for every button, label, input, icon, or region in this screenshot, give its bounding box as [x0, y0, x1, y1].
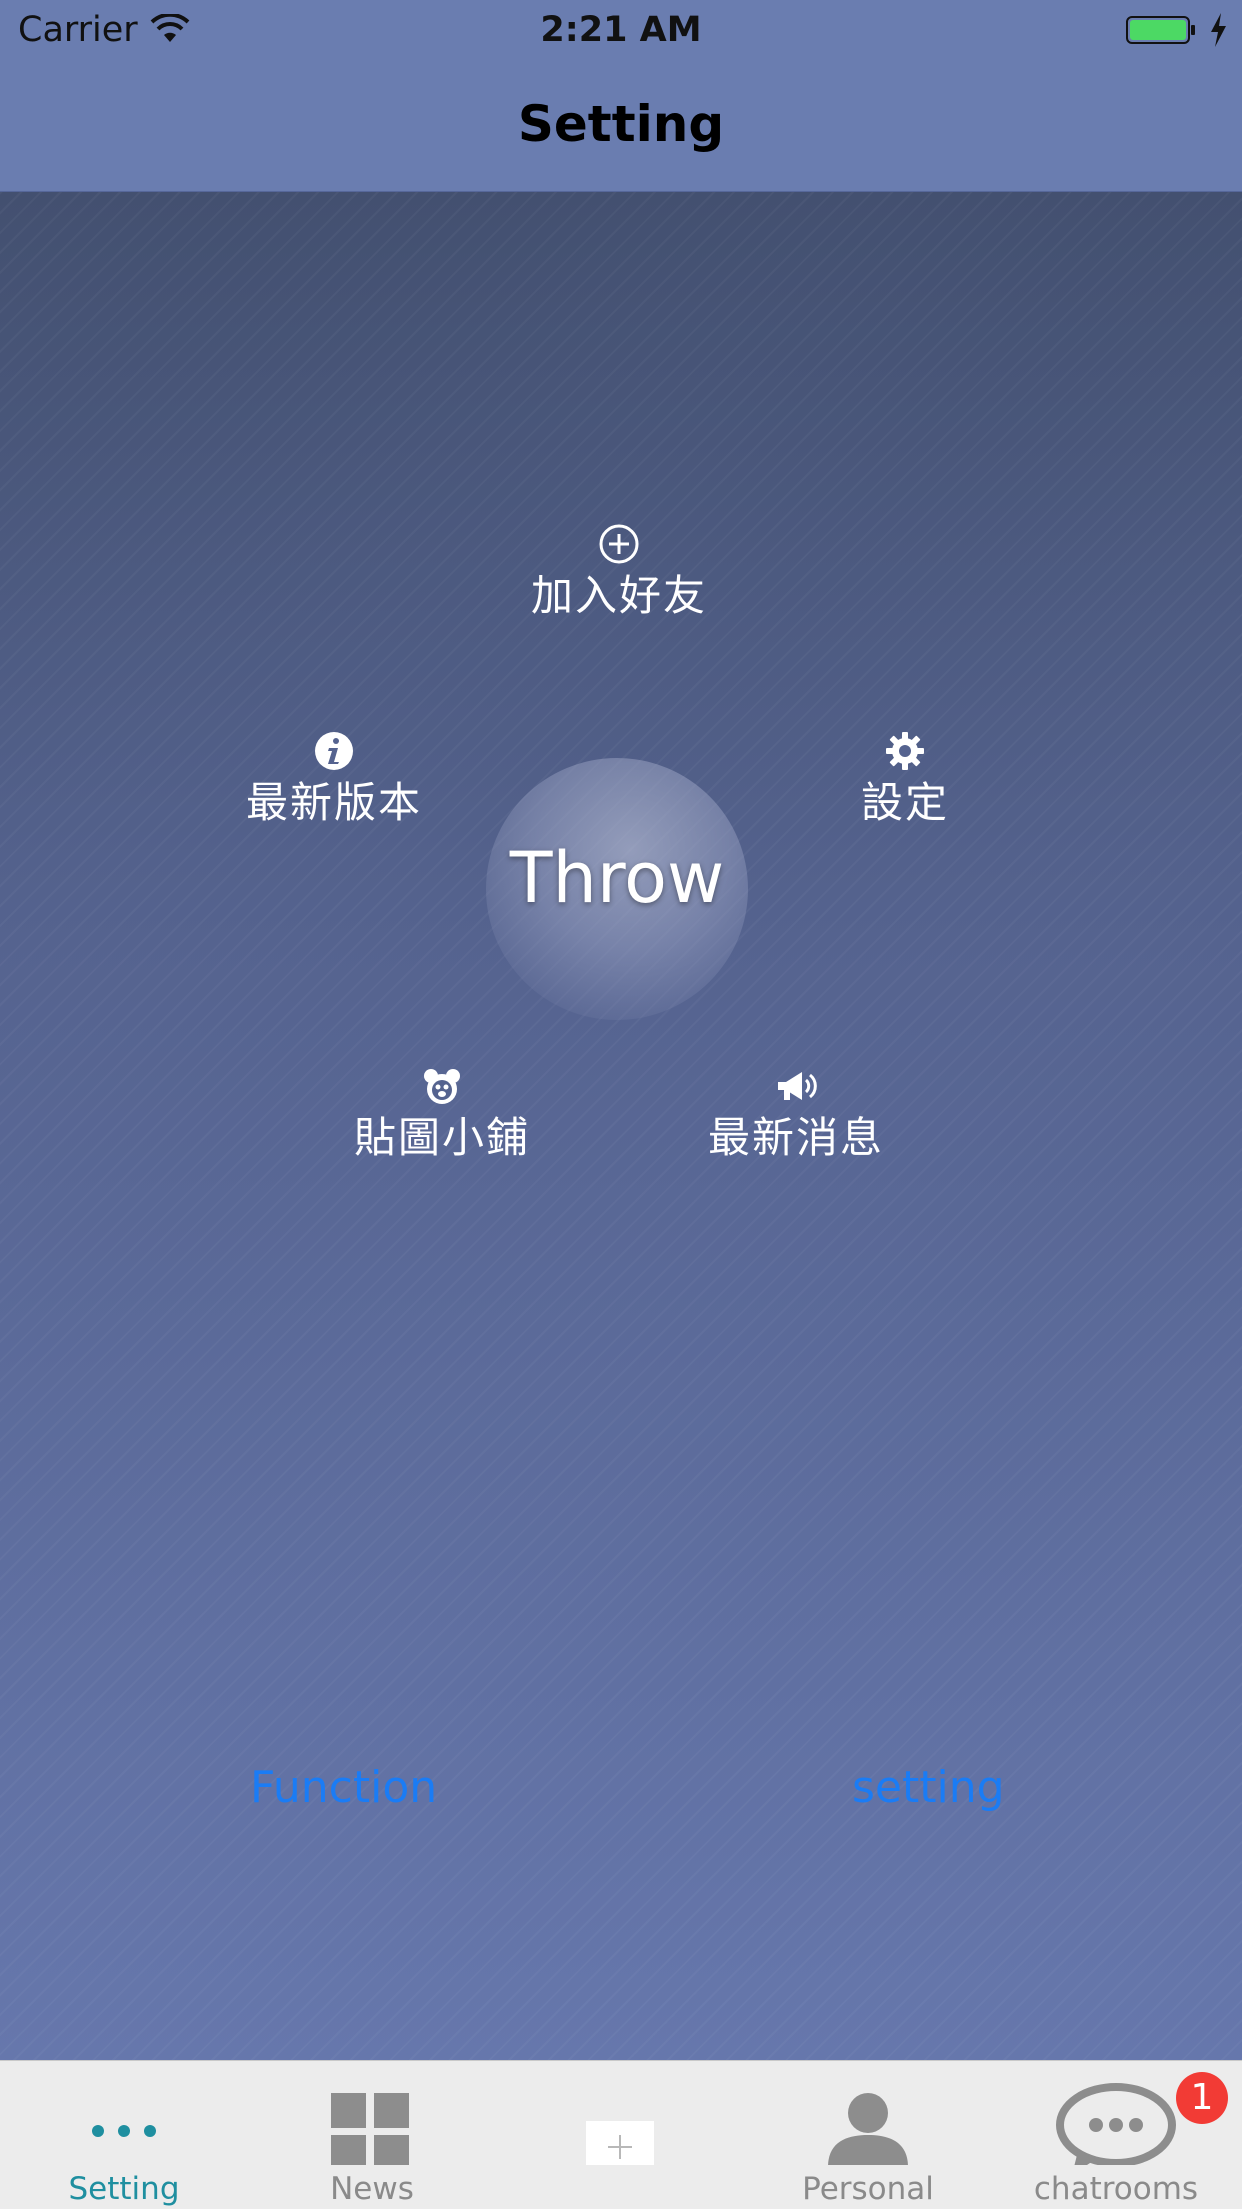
throw-button[interactable]: Throw [486, 837, 748, 919]
tab-label: chatrooms [1033, 2171, 1199, 2207]
function-link[interactable]: Function [250, 1762, 437, 1813]
person-icon [828, 2093, 908, 2165]
tab-label: Personal [802, 2171, 934, 2207]
status-time: 2:21 AM [540, 10, 702, 50]
status-bar: Carrier 2:21 AM [0, 0, 1242, 62]
tab-news[interactable]: News [248, 2061, 496, 2209]
menu-item-label: 加入好友 [530, 571, 707, 620]
charging-icon [1211, 13, 1226, 47]
navigation-header: Carrier 2:21 AM Setting [0, 0, 1242, 192]
page-title: Setting [517, 95, 725, 153]
bear-icon [424, 1069, 460, 1104]
grid-icon [331, 2093, 409, 2165]
menu-item-sticker-shop[interactable]: 貼圖小鋪 [322, 1064, 562, 1184]
tab-bar: Setting News Personal chatrooms [0, 2060, 1242, 2209]
setting-link[interactable]: setting [852, 1762, 1005, 1813]
menu-item-label: 最新消息 [707, 1113, 884, 1162]
menu-item-add-friend[interactable]: 加入好友 [499, 522, 739, 642]
menu-item-label: 設定 [860, 778, 949, 827]
battery-icon [1126, 16, 1195, 44]
main-content: 加入好友 最新版本 設定 Throw 貼圖小鋪 最新消息 Function se… [0, 192, 1242, 2060]
add-icon [586, 2121, 654, 2165]
more-dots-icon [92, 2125, 156, 2137]
chatrooms-unread-badge: 1 [1176, 2072, 1228, 2124]
menu-item-label: 最新版本 [245, 778, 422, 827]
info-icon [315, 732, 353, 770]
tab-label: News [330, 2171, 414, 2207]
gear-icon [886, 732, 924, 770]
menu-item-latest-version[interactable]: 最新版本 [214, 729, 454, 849]
menu-item-settings[interactable]: 設定 [785, 729, 1025, 849]
plus-circle-icon [599, 524, 639, 564]
tab-setting[interactable]: Setting [0, 2061, 248, 2209]
menu-item-latest-news[interactable]: 最新消息 [676, 1064, 916, 1184]
tab-add[interactable] [496, 2061, 744, 2209]
tab-personal[interactable]: Personal [744, 2061, 992, 2209]
tab-label: Setting [68, 2171, 180, 2207]
megaphone-icon [778, 1072, 817, 1100]
menu-item-label: 貼圖小鋪 [353, 1113, 530, 1162]
